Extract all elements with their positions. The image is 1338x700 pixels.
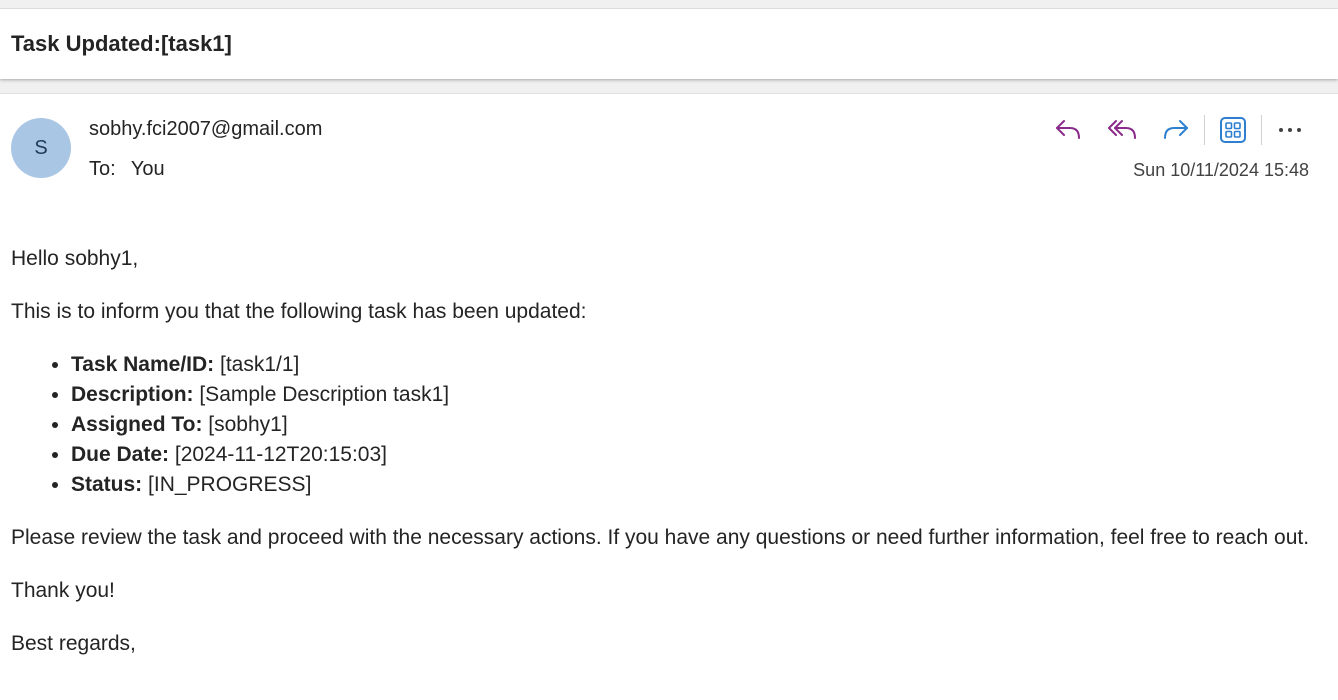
avatar[interactable]: S <box>11 118 71 178</box>
recipient-name[interactable]: You <box>131 158 165 180</box>
reply-all-icon <box>1108 120 1136 139</box>
detail-value: [IN_PROGRESS] <box>142 473 312 496</box>
list-item: Description: [Sample Description task1] <box>71 380 1311 410</box>
task-details-list: Task Name/ID: [task1/1] Description: [Sa… <box>11 350 1311 500</box>
list-item: Status: [IN_PROGRESS] <box>71 470 1311 500</box>
message-body: Hello sobhy1, This is to inform you that… <box>11 244 1311 682</box>
list-item: Assigned To: [sobhy1] <box>71 410 1311 440</box>
message-actions-toolbar <box>1048 112 1310 148</box>
detail-label: Task Name/ID: <box>71 353 215 376</box>
detail-value: [sobhy1] <box>202 413 288 436</box>
reply-icon <box>1056 120 1080 139</box>
divider-strip <box>0 79 1338 94</box>
detail-value: [Sample Description task1] <box>193 383 450 406</box>
message-pane: S sobhy.fci2007@gmail.com To: You Sun 10… <box>0 94 1338 700</box>
detail-label: Status: <box>71 473 143 496</box>
sender-address[interactable]: sobhy.fci2007@gmail.com <box>89 118 322 141</box>
apps-icon <box>1220 117 1246 143</box>
forward-icon <box>1164 120 1188 139</box>
more-icon <box>1279 128 1301 132</box>
forward-button[interactable] <box>1156 112 1196 148</box>
detail-value: [2024-11-12T20:15:03] <box>169 443 387 466</box>
list-item: Task Name/ID: [task1/1] <box>71 350 1311 380</box>
recipient-line: To: You <box>89 158 165 181</box>
detail-value: [task1/1] <box>214 353 300 376</box>
window-top-strip <box>0 0 1338 9</box>
detail-label: Description: <box>71 383 194 406</box>
apps-button[interactable] <box>1213 112 1253 148</box>
request-text: Please review the task and proceed with … <box>11 526 1310 549</box>
intro-text: This is to inform you that the following… <box>11 300 587 323</box>
closing-text: Best regards, <box>11 632 136 655</box>
email-subject: Task Updated:[task1] <box>11 31 232 56</box>
to-label: To: <box>89 158 116 180</box>
toolbar-separator <box>1261 115 1262 145</box>
thanks-text: Thank you! <box>11 579 115 602</box>
toolbar-separator <box>1204 115 1205 145</box>
subject-bar: Task Updated:[task1] <box>0 9 1338 79</box>
sent-date: Sun 10/11/2024 15:48 <box>1133 160 1309 180</box>
reply-all-button[interactable] <box>1102 112 1142 148</box>
greeting: Hello sobhy1, <box>11 247 139 270</box>
more-actions-button[interactable] <box>1270 112 1310 148</box>
list-item: Due Date: [2024-11-12T20:15:03] <box>71 440 1311 470</box>
reply-button[interactable] <box>1048 112 1088 148</box>
detail-label: Assigned To: <box>71 413 203 436</box>
detail-label: Due Date: <box>71 443 170 466</box>
